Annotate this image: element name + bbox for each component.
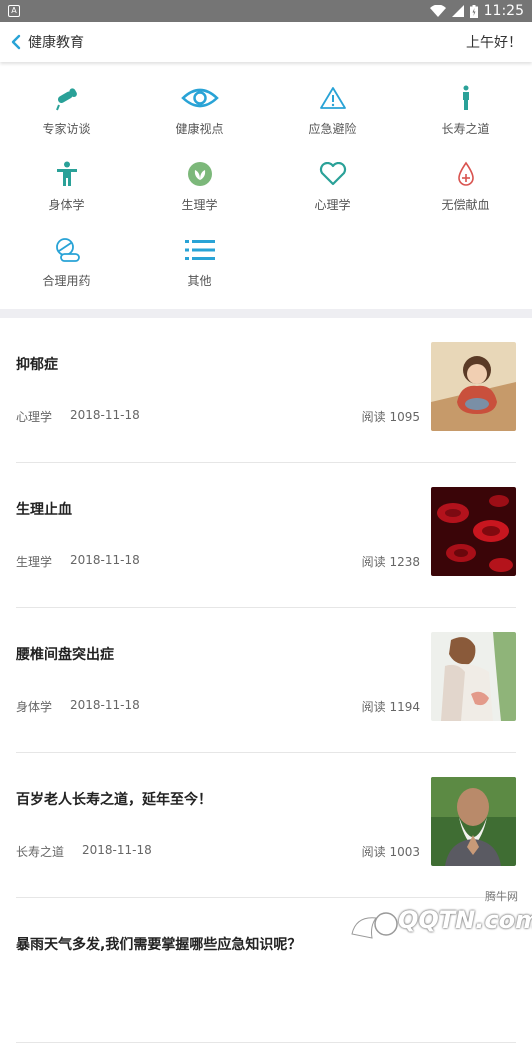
category-health-viewpoint[interactable]: 健康视点 [133,82,266,158]
body-icon [47,158,87,190]
article-title: 百岁老人长寿之道，延年至今！ [16,789,212,809]
article-meta: 生理学 2018-11-18 [16,553,140,570]
list-item[interactable]: 抑郁症 心理学 2018-11-18 阅读 1095 [16,318,516,463]
category-expert-interview[interactable]: 专家访谈 [0,82,133,158]
category-body[interactable]: 身体学 [0,158,133,234]
article-title: 生理止血 [16,499,72,519]
category-psychology[interactable]: 心理学 [266,158,399,234]
section-divider [0,309,532,318]
category-label: 其他 [187,272,211,289]
article-title: 暴雨天气多发,我们需要掌握哪些应急知识呢？ [16,934,301,954]
heart-icon [313,158,353,190]
article-reads: 阅读 1238 [362,553,420,570]
category-label: 心理学 [314,196,350,213]
category-label: 长寿之道 [441,120,489,137]
category-grid: 专家访谈 健康视点 应急避险 长寿之道 身体学 [0,62,532,309]
clock: 11:25 [484,3,524,19]
list-item[interactable]: 百岁老人长寿之道，延年至今！ 长寿之道 2018-11-18 阅读 1003 [16,753,516,898]
watermark-text: 腾牛网 [485,888,518,904]
app-bar: 健康教育 上午好！ [0,22,532,62]
category-label: 合理用药 [42,272,90,289]
list-item[interactable]: 生理止血 生理学 2018-11-18 阅读 1238 [16,463,516,608]
article-category: 身体学 [16,698,52,715]
article-thumbnail [431,342,516,431]
article-reads: 阅读 1095 [362,408,420,425]
battery-icon [470,5,478,18]
notification-icon: A [8,5,20,17]
blood-drop-icon [446,158,486,190]
article-reads: 阅读 1194 [362,698,420,715]
article-title: 腰椎间盘突出症 [16,644,114,664]
watermark: 腾牛网 QQTN.com [342,886,532,946]
article-category: 长寿之道 [16,843,64,860]
page-title: 健康教育 [28,32,84,52]
article-date: 2018-11-18 [82,843,152,860]
category-label: 专家访谈 [42,120,90,137]
article-title: 抑郁症 [16,354,58,374]
article-meta: 身体学 2018-11-18 [16,698,140,715]
article-date: 2018-11-18 [70,553,140,570]
category-label: 应急避险 [308,120,356,137]
category-other[interactable]: 其他 [133,234,266,310]
article-thumbnail [431,777,516,866]
article-category: 心理学 [16,408,52,425]
list-item[interactable]: 腰椎间盘突出症 身体学 2018-11-18 阅读 1194 [16,608,516,753]
article-thumbnail [431,632,516,721]
status-bar: A 11:25 [0,0,532,22]
microphone-icon [47,82,87,114]
article-category: 生理学 [16,553,52,570]
category-label: 身体学 [48,196,84,213]
wifi-icon [430,5,446,17]
category-longevity[interactable]: 长寿之道 [399,82,532,158]
list-icon [180,234,220,266]
back-icon[interactable] [8,33,24,51]
category-label: 生理学 [181,196,217,213]
article-thumbnail [431,487,516,576]
category-medication[interactable]: 合理用药 [0,234,133,310]
leaf-icon [180,158,220,190]
article-meta: 心理学 2018-11-18 [16,408,140,425]
category-emergency[interactable]: 应急避险 [266,82,399,158]
signal-icon [452,5,464,17]
category-blood-donation[interactable]: 无偿献血 [399,158,532,234]
pills-icon [47,234,87,266]
article-meta: 长寿之道 2018-11-18 [16,843,152,860]
eye-icon [180,82,220,114]
category-label: 健康视点 [175,120,223,137]
category-label: 无偿献血 [441,196,489,213]
watermark-logo: QQTN.com [398,906,532,934]
article-date: 2018-11-18 [70,408,140,425]
warning-icon [313,82,353,114]
category-physiology[interactable]: 生理学 [133,158,266,234]
article-reads: 阅读 1003 [362,843,420,860]
article-date: 2018-11-18 [70,698,140,715]
greeting-text: 上午好！ [466,32,522,52]
person-standing-icon [446,82,486,114]
